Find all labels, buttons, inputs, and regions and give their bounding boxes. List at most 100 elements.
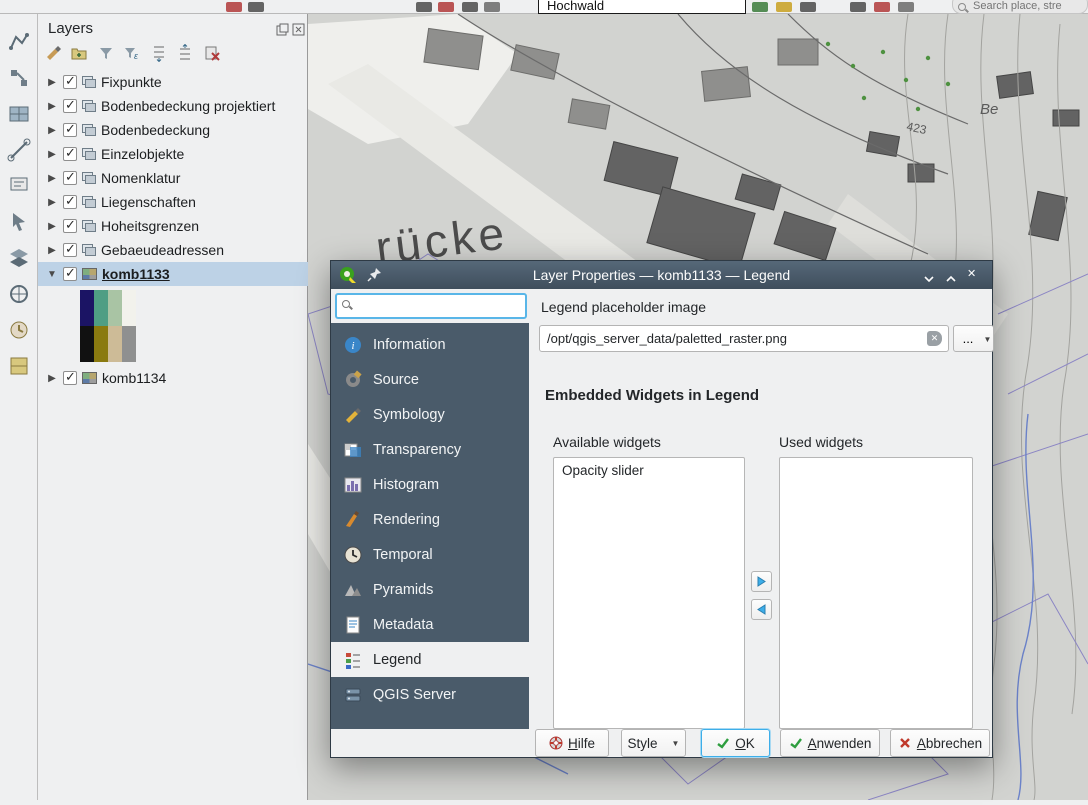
used-widgets-list[interactable] — [779, 457, 973, 729]
expand-all-icon[interactable] — [150, 44, 168, 62]
nav-item-histogram[interactable]: Histogram — [331, 467, 529, 502]
collapse-arrow-icon[interactable]: ▼ — [44, 269, 60, 280]
layer-style-tool-icon[interactable] — [7, 246, 31, 270]
toolbar-icon[interactable] — [438, 2, 454, 12]
layer-row-selected[interactable]: ▼ komb1133 — [38, 262, 308, 286]
toolbar-icon[interactable] — [752, 2, 768, 12]
style-manager-tool-icon[interactable] — [7, 354, 31, 378]
layer-row[interactable]: ▶ Hoheitsgrenzen — [38, 214, 308, 238]
toolbar-icon[interactable] — [484, 2, 500, 12]
move-left-button[interactable] — [751, 599, 772, 620]
georeference-tool-icon[interactable] — [7, 282, 31, 306]
layer-checkbox[interactable] — [63, 123, 77, 137]
place-search-field[interactable] — [952, 0, 1088, 14]
toolbar-icon[interactable] — [416, 2, 432, 12]
layer-checkbox[interactable] — [63, 243, 77, 257]
add-group-icon[interactable] — [70, 44, 88, 62]
layer-row[interactable]: ▶ Bodenbedeckung — [38, 118, 308, 142]
information-icon: i — [343, 335, 363, 355]
swatch-color — [80, 290, 94, 326]
layer-row[interactable]: ▶ komb1134 — [38, 366, 308, 390]
nav-item-rendering[interactable]: Rendering — [331, 502, 529, 537]
properties-search-input[interactable] — [335, 293, 527, 319]
history-tool-icon[interactable] — [7, 318, 31, 342]
float-panel-icon[interactable] — [276, 23, 289, 36]
filter-legend-icon[interactable] — [97, 44, 115, 62]
available-widgets-list[interactable]: Opacity slider — [553, 457, 745, 729]
expand-arrow-icon[interactable]: ▶ — [44, 77, 60, 88]
layer-row[interactable]: ▶ Bodenbedeckung projektiert — [38, 94, 308, 118]
apply-button[interactable]: Anwenden — [780, 729, 880, 757]
annotation-tool-icon[interactable] — [7, 174, 31, 198]
dialog-titlebar[interactable]: Layer Properties — komb1133 — Legend — [331, 261, 992, 289]
toolbar-icon[interactable] — [874, 2, 890, 12]
digitize-tool-icon[interactable] — [7, 30, 31, 54]
toolbar-icon[interactable] — [462, 2, 478, 12]
nav-item-source[interactable]: Source — [331, 362, 529, 397]
expand-arrow-icon[interactable]: ▶ — [44, 173, 60, 184]
expand-arrow-icon[interactable]: ▶ — [44, 221, 60, 232]
layer-checkbox[interactable] — [63, 267, 77, 281]
nav-label: Source — [373, 372, 419, 388]
toolbar-icon[interactable] — [776, 2, 792, 12]
layer-checkbox[interactable] — [63, 147, 77, 161]
layer-row[interactable]: ▶ Gebaeudeadressen — [38, 238, 308, 262]
raster-tool-icon[interactable] — [7, 102, 31, 126]
nav-item-information[interactable]: i Information — [331, 327, 529, 362]
toolbar-icon[interactable] — [800, 2, 816, 12]
placeholder-path-input[interactable] — [539, 325, 949, 352]
collapse-all-icon[interactable] — [176, 44, 194, 62]
chevron-down-icon: ▼ — [672, 739, 680, 748]
layer-row[interactable]: ▶ Liegenschaften — [38, 190, 308, 214]
select-tool-icon[interactable] — [7, 210, 31, 234]
nav-item-legend[interactable]: Legend — [331, 642, 529, 677]
layer-row[interactable]: ▶ Einzelobjekte — [38, 142, 308, 166]
expand-arrow-icon[interactable]: ▶ — [44, 125, 60, 136]
move-right-button[interactable] — [751, 571, 772, 592]
nav-item-symbology[interactable]: Symbology — [331, 397, 529, 432]
layer-row[interactable]: ▶ Nomenklatur — [38, 166, 308, 190]
browse-dropdown-arrow[interactable]: ▼ — [982, 325, 994, 352]
expand-arrow-icon[interactable]: ▶ — [44, 245, 60, 256]
ok-button[interactable]: OK — [701, 729, 770, 757]
toolbar-icon[interactable] — [898, 2, 914, 12]
widget-list-item[interactable]: Opacity slider — [554, 458, 744, 483]
expand-arrow-icon[interactable]: ▶ — [44, 149, 60, 160]
browse-button[interactable]: ... — [953, 325, 983, 352]
open-layer-styling-icon[interactable] — [44, 44, 62, 62]
nav-item-pyramids[interactable]: Pyramids — [331, 572, 529, 607]
layer-checkbox[interactable] — [63, 99, 77, 113]
expand-arrow-icon[interactable]: ▶ — [44, 101, 60, 112]
place-search-input[interactable] — [973, 0, 1081, 12]
shade-window-icon[interactable] — [920, 265, 940, 285]
help-button[interactable]: Hilfe — [535, 729, 609, 757]
vertex-tool-icon[interactable] — [7, 66, 31, 90]
layer-checkbox[interactable] — [63, 371, 77, 385]
expand-arrow-icon[interactable]: ▶ — [44, 373, 60, 384]
toolbar-icon[interactable] — [226, 2, 242, 12]
maximize-window-icon[interactable] — [942, 265, 962, 285]
clear-text-icon[interactable] — [927, 331, 942, 346]
nav-item-qgis-server[interactable]: QGIS Server — [331, 677, 529, 712]
toolbar-icon[interactable] — [850, 2, 866, 12]
layer-checkbox[interactable] — [63, 171, 77, 185]
search-icon — [958, 3, 966, 11]
style-button[interactable]: Style ▼ — [621, 729, 686, 757]
layer-checkbox[interactable] — [63, 219, 77, 233]
close-panel-icon[interactable] — [292, 23, 305, 36]
layer-row[interactable]: ▶ Fixpunkte — [38, 70, 308, 94]
remove-layer-icon[interactable] — [203, 44, 221, 62]
layer-checkbox[interactable] — [63, 195, 77, 209]
nav-item-metadata[interactable]: Metadata — [331, 607, 529, 642]
nav-item-temporal[interactable]: Temporal — [331, 537, 529, 572]
theme-combobox[interactable]: Hochwald — [538, 0, 746, 14]
filter-expression-icon[interactable]: ε — [123, 44, 141, 62]
nav-item-transparency[interactable]: Transparency — [331, 432, 529, 467]
cancel-button[interactable]: Abbrechen — [890, 729, 990, 757]
layer-checkbox[interactable] — [63, 75, 77, 89]
measure-tool-icon[interactable] — [7, 138, 31, 162]
expand-arrow-icon[interactable]: ▶ — [44, 197, 60, 208]
close-window-icon[interactable] — [966, 265, 986, 285]
layers-panel-toolbar: ε — [44, 44, 225, 62]
toolbar-icon[interactable] — [248, 2, 264, 12]
